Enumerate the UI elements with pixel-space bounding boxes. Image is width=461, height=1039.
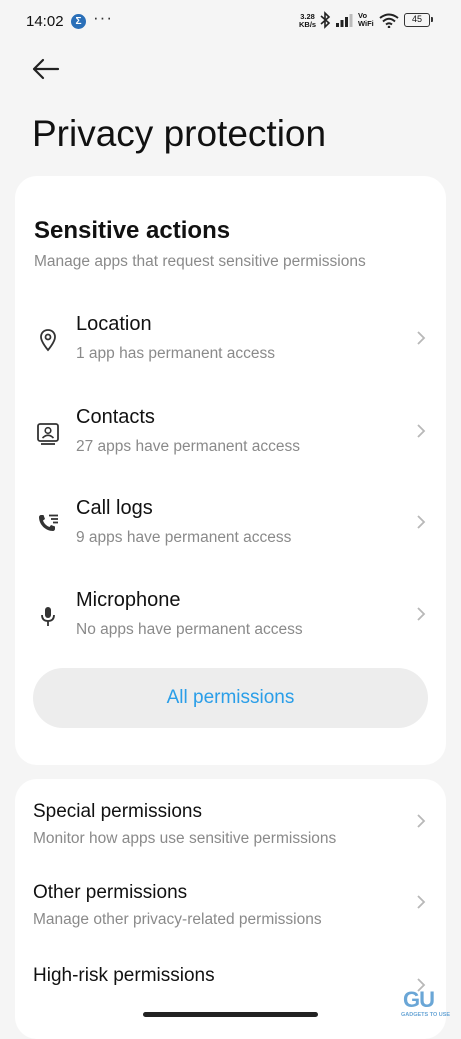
chevron-right-icon [417, 331, 426, 345]
permission-subtext: 9 apps have permanent access [76, 529, 292, 546]
chevron-right-icon [417, 607, 426, 621]
page-title: Privacy protection [32, 113, 327, 154]
chevron-right-icon [417, 424, 426, 438]
item-subtext: Monitor how apps use sensitive permissio… [33, 830, 337, 847]
status-time: 14:02 [26, 13, 64, 30]
watermark-text: GADGETS TO USE [401, 1012, 451, 1018]
item-label: Other permissions [33, 882, 188, 903]
location-pin-icon [40, 329, 56, 352]
contacts-icon [37, 423, 59, 445]
network-speed-unit: KB/s [299, 20, 317, 29]
more-notifications-icon: ··· [93, 8, 113, 27]
status-bar: 14:02 Σ ··· 3.28 KB/s Vo WiFi 45 [0, 0, 461, 44]
permission-item-microphone[interactable]: Microphone No apps have permanent access [15, 583, 446, 663]
permission-label: Call logs [76, 497, 153, 519]
watermark-logo: GU GADGETS TO USE [401, 987, 451, 1021]
permission-label: Location [76, 313, 152, 335]
call-log-icon [39, 514, 58, 531]
back-button[interactable] [30, 57, 64, 87]
section-title: Sensitive actions [34, 217, 231, 244]
notification-sigma-icon: Σ [71, 14, 86, 29]
sensitive-actions-card: Sensitive actions Manage apps that reque… [15, 176, 446, 765]
all-permissions-button[interactable]: All permissions [33, 668, 428, 728]
section-subtitle: Manage apps that request sensitive permi… [34, 253, 366, 270]
item-label: Special permissions [33, 801, 202, 822]
other-permissions-card: Special permissions Monitor how apps use… [15, 779, 446, 1039]
cell-signal-icon [336, 14, 353, 27]
permission-item-call-logs[interactable]: Call logs 9 apps have permanent access [15, 491, 446, 571]
other-permissions-item[interactable]: Other permissions Manage other privacy-r… [15, 878, 446, 948]
special-permissions-item[interactable]: Special permissions Monitor how apps use… [15, 797, 446, 867]
high-risk-permissions-item[interactable]: High-risk permissions [15, 961, 446, 1031]
battery-icon: 45 [404, 13, 433, 27]
permission-label: Microphone [76, 589, 181, 611]
microphone-icon [41, 607, 55, 626]
item-subtext: Manage other privacy-related permissions [33, 911, 322, 928]
permission-item-contacts[interactable]: Contacts 27 apps have permanent access [15, 400, 446, 480]
home-indicator[interactable] [143, 1012, 318, 1017]
vowifi-bottom: WiFi [358, 19, 374, 28]
permission-subtext: 27 apps have permanent access [76, 438, 301, 455]
chevron-right-icon [417, 814, 426, 828]
permission-item-location[interactable]: Location 1 app has permanent access [15, 307, 446, 387]
permission-subtext: No apps have permanent access [76, 621, 303, 638]
arrow-left-icon [32, 58, 60, 80]
permission-label: Contacts [76, 406, 155, 428]
chevron-right-icon [417, 895, 426, 909]
network-speed: 3.28 KB/s [299, 13, 316, 29]
item-label: High-risk permissions [33, 965, 215, 986]
chevron-right-icon [417, 515, 426, 529]
bluetooth-icon [320, 11, 331, 29]
vowifi-indicator: Vo WiFi [358, 12, 374, 28]
wifi-icon [379, 13, 399, 28]
permission-subtext: 1 app has permanent access [76, 345, 276, 362]
watermark-mark: GU [403, 987, 435, 1012]
